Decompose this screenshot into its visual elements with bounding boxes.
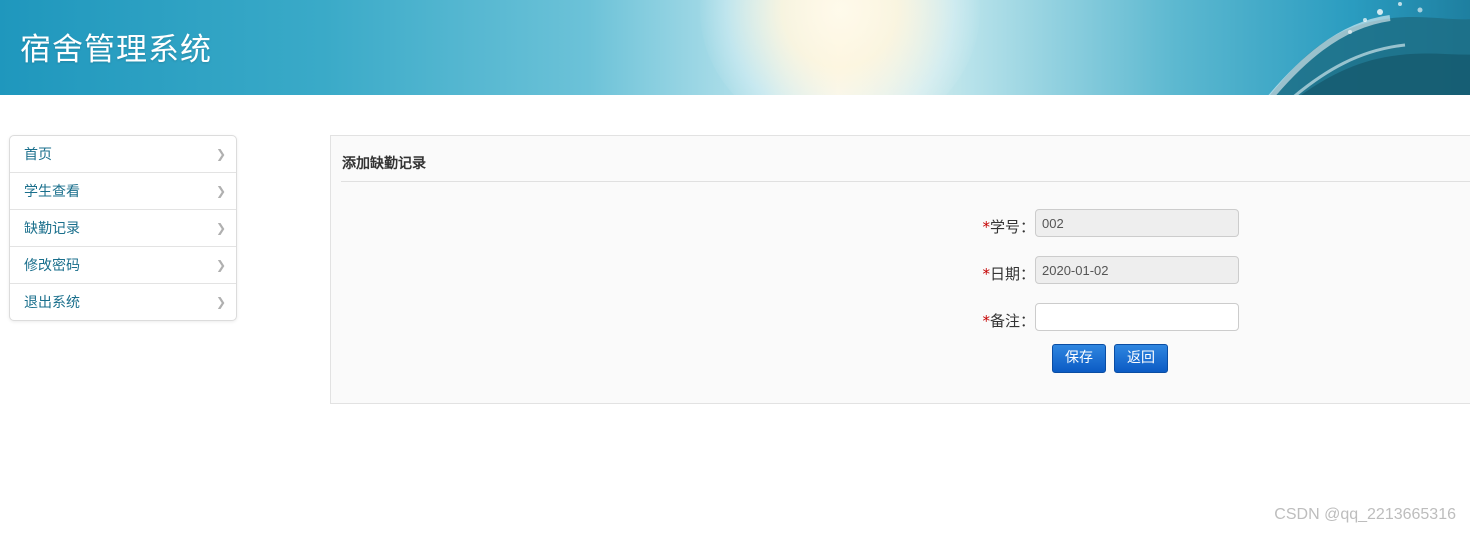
chevron-right-icon: ❯ xyxy=(215,184,226,198)
sidebar-nav: 首页 ❯ 学生查看 ❯ 缺勤记录 ❯ 修改密码 ❯ 退出系统 ❯ xyxy=(9,135,237,321)
student-id-row: *学号： xyxy=(331,209,1470,239)
add-absence-panel: 添加缺勤记录 *学号： *日期： *备注： 保存 返回 xyxy=(330,135,1470,404)
note-label: *备注： xyxy=(955,310,1035,331)
sidebar-item-logout[interactable]: 退出系统 ❯ xyxy=(10,284,236,320)
sidebar-item-label: 缺勤记录 xyxy=(24,221,80,237)
panel-title: 添加缺勤记录 xyxy=(342,156,426,172)
student-id-field[interactable] xyxy=(1035,209,1239,237)
note-field[interactable] xyxy=(1035,303,1239,331)
watermark: CSDN @qq_2213665316 xyxy=(1274,506,1456,523)
sidebar-item-students[interactable]: 学生查看 ❯ xyxy=(10,173,236,210)
chevron-right-icon: ❯ xyxy=(215,258,226,272)
panel-divider xyxy=(341,181,1470,182)
wave-decoration xyxy=(1268,2,1470,95)
note-row: *备注： xyxy=(331,303,1470,333)
sidebar-item-label: 修改密码 xyxy=(24,258,80,274)
date-label: *日期： xyxy=(955,263,1035,284)
sidebar-item-password[interactable]: 修改密码 ❯ xyxy=(10,247,236,284)
student-id-label: *学号： xyxy=(955,216,1035,237)
sidebar-item-absence[interactable]: 缺勤记录 ❯ xyxy=(10,210,236,247)
required-mark: * xyxy=(982,265,990,283)
date-row: *日期： xyxy=(331,256,1470,286)
date-label-text: 日期： xyxy=(989,265,1035,283)
back-button[interactable]: 返回 xyxy=(1114,344,1168,373)
required-mark: * xyxy=(982,218,990,236)
note-label-text: 备注： xyxy=(989,312,1035,330)
header-banner: 宿舍管理系统 xyxy=(0,0,1470,95)
save-button[interactable]: 保存 xyxy=(1052,344,1106,373)
student-id-label-text: 学号： xyxy=(989,218,1035,236)
sidebar-item-label: 退出系统 xyxy=(24,295,80,311)
required-mark: * xyxy=(982,312,990,330)
chevron-right-icon: ❯ xyxy=(215,147,226,161)
sidebar-item-home[interactable]: 首页 ❯ xyxy=(10,136,236,173)
app-title: 宿舍管理系统 xyxy=(20,32,212,68)
sidebar-item-label: 首页 xyxy=(24,147,52,163)
chevron-right-icon: ❯ xyxy=(215,295,226,309)
chevron-right-icon: ❯ xyxy=(215,221,226,235)
date-field[interactable] xyxy=(1035,256,1239,284)
sun-glare xyxy=(700,0,980,95)
sidebar-item-label: 学生查看 xyxy=(24,184,80,200)
